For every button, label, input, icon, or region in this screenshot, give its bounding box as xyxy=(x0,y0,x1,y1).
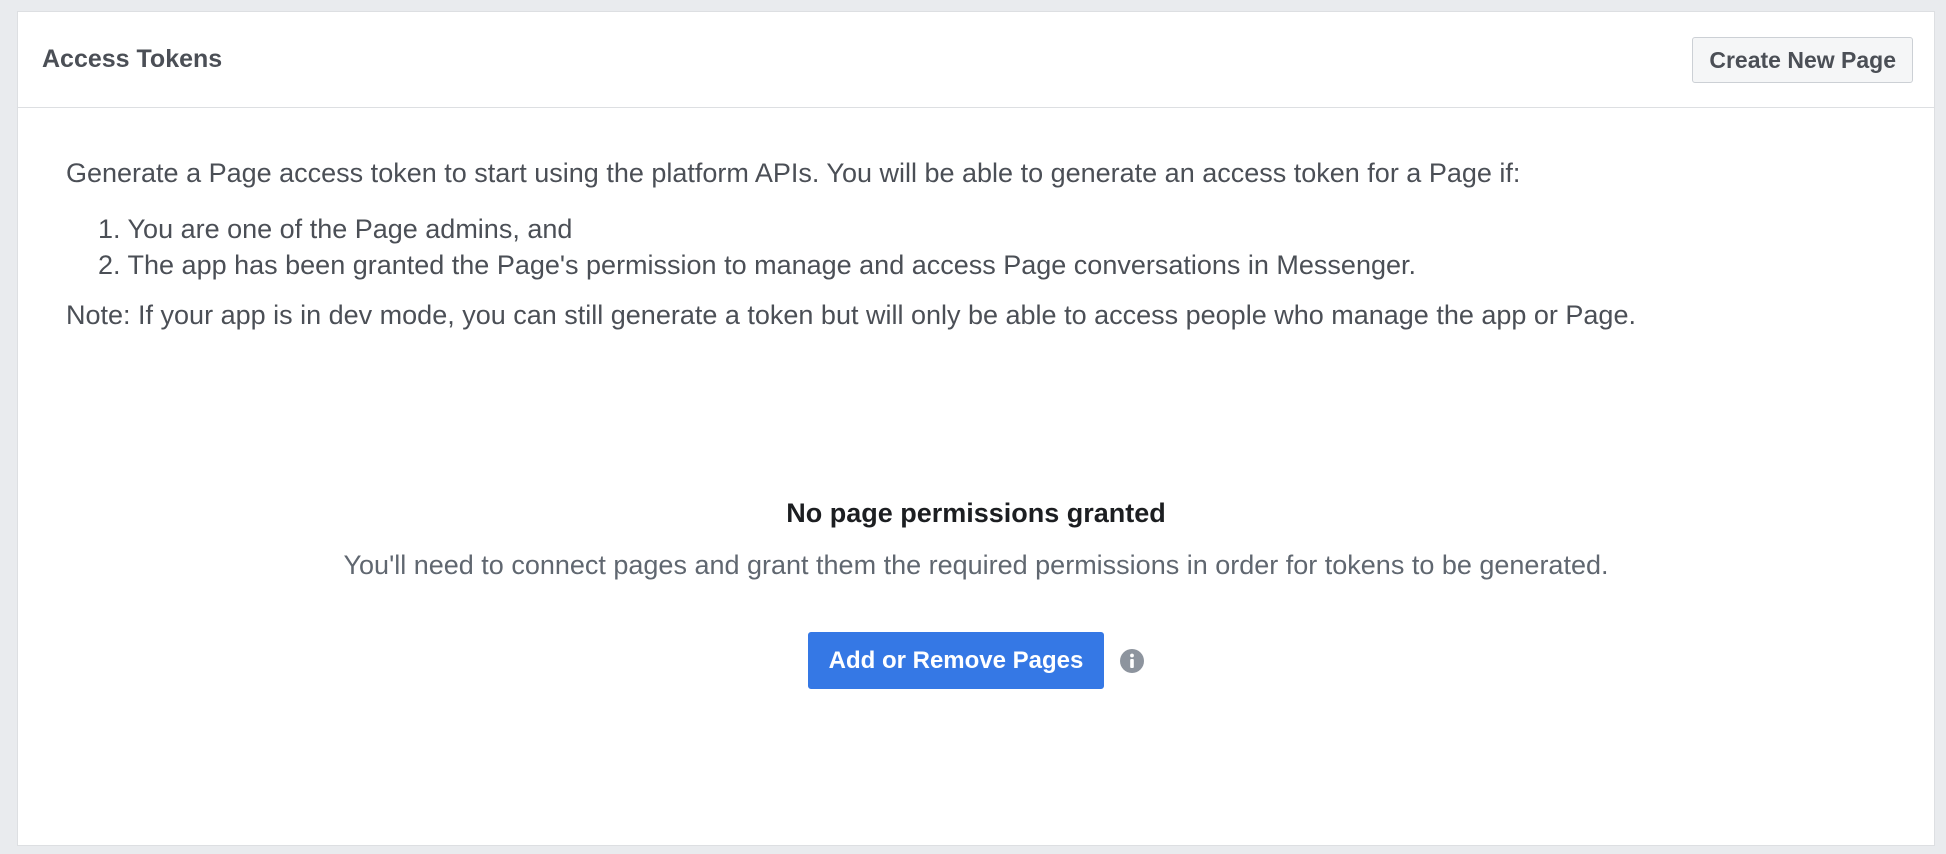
empty-state-description: You'll need to connect pages and grant t… xyxy=(343,550,1609,580)
dev-mode-note: Note: If your app is in dev mode, you ca… xyxy=(66,300,1636,330)
condition-item: 2. The app has been granted the Page's p… xyxy=(98,250,1416,280)
empty-state: No page permissions granted You'll need … xyxy=(18,493,1934,585)
card-header: Access Tokens Create New Page xyxy=(18,12,1934,108)
card-title: Access Tokens xyxy=(42,45,223,73)
condition-item: 1. You are one of the Page admins, and xyxy=(98,214,573,244)
intro-text: Generate a Page access token to start us… xyxy=(66,158,1521,188)
add-or-remove-pages-button[interactable]: Add or Remove Pages xyxy=(808,632,1104,689)
conditions-list: 1. You are one of the Page admins, and 2… xyxy=(98,211,1416,283)
access-tokens-card: Access Tokens Create New Page Generate a… xyxy=(17,11,1935,846)
empty-state-actions: Add or Remove Pages xyxy=(808,632,1145,689)
info-icon[interactable] xyxy=(1119,648,1145,674)
create-new-page-button[interactable]: Create New Page xyxy=(1692,37,1913,83)
empty-state-title: No page permissions granted xyxy=(786,498,1166,528)
